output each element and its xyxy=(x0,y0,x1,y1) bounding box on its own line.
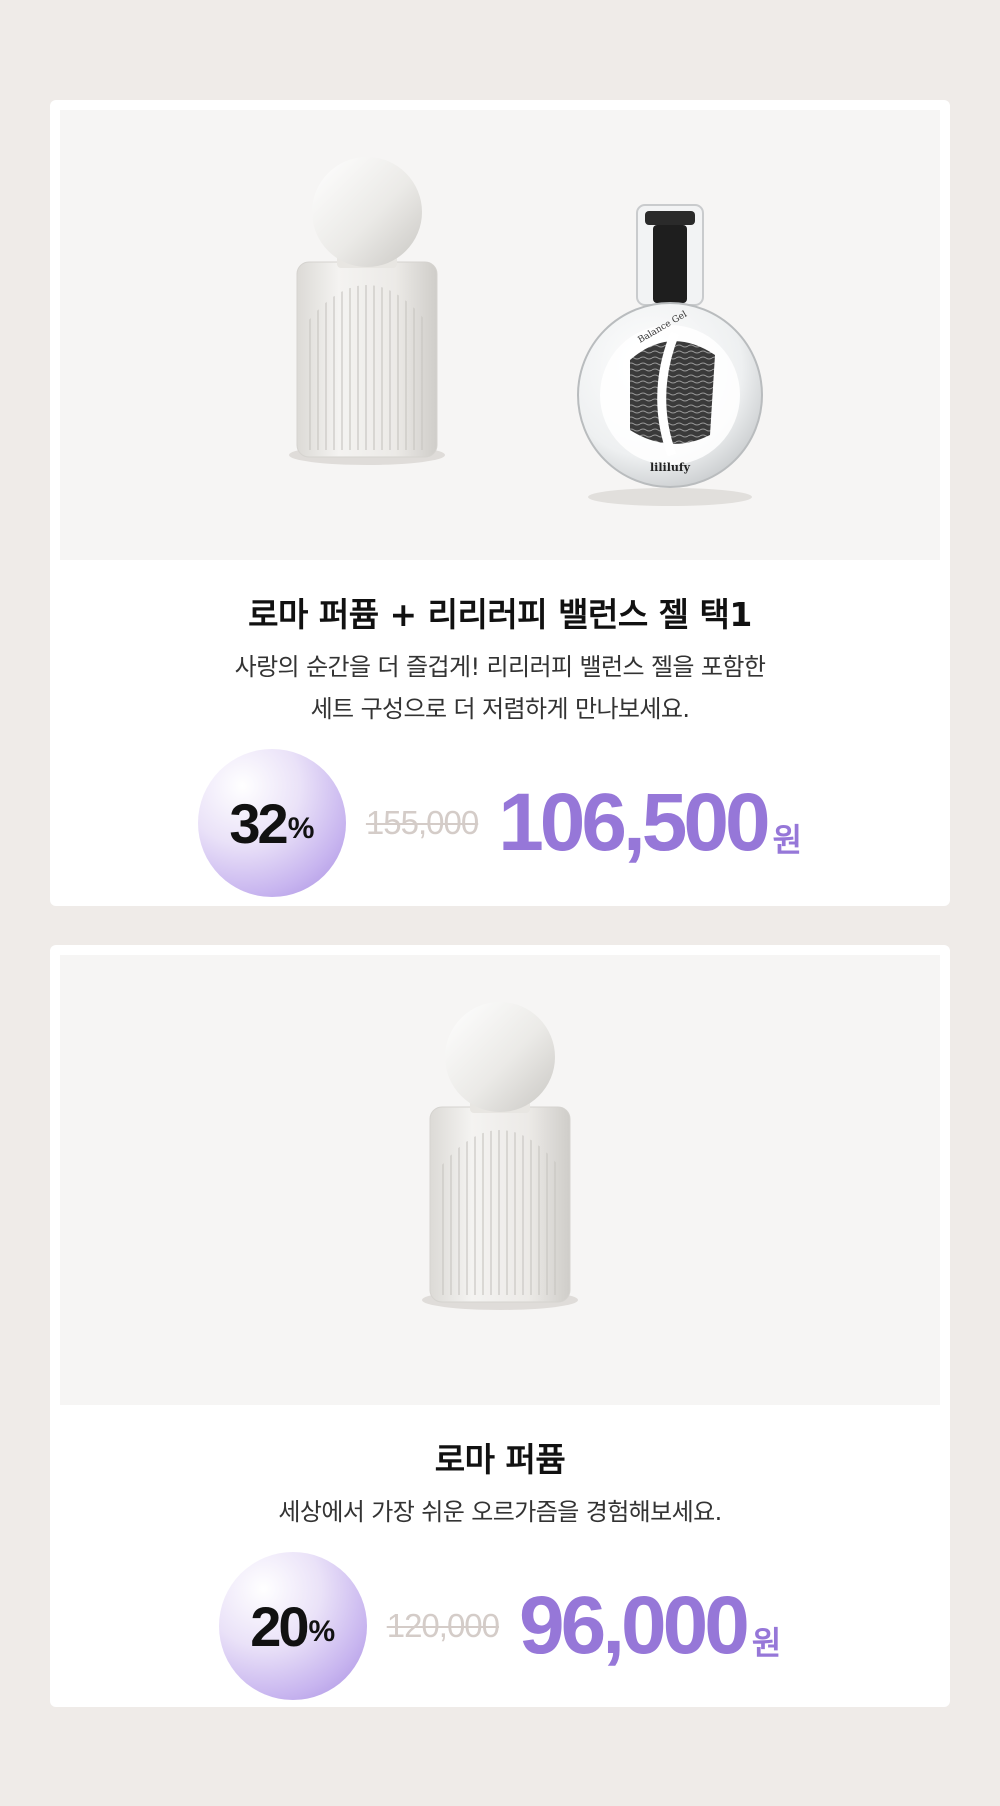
currency-unit: 원 xyxy=(751,1624,782,1662)
discount-percent-sign: % xyxy=(308,1615,336,1648)
product-title: 로마 퍼퓸 xyxy=(434,1440,566,1479)
roma-perfume-image xyxy=(422,1002,578,1310)
description-line: 세트 구성으로 더 저렴하게 만나보세요. xyxy=(310,695,690,723)
product-card[interactable]: lililufy Balance Gel 로마 퍼퓸 + 리리러피 밸런스 젤 … xyxy=(50,100,950,906)
currency-unit: 원 xyxy=(772,821,803,859)
product-description: 사랑의 순간을 더 즐겁게! 리리러피 밸런스 젤을 포함한 세트 구성으로 더… xyxy=(60,646,940,730)
description-line: 사랑의 순간을 더 즐겁게! 리리러피 밸런스 젤을 포함한 xyxy=(234,653,766,681)
sale-price: 96,000 xyxy=(519,1580,750,1671)
balance-gel-image: lililufy Balance Gel xyxy=(577,204,763,506)
discount-badge: 20% xyxy=(218,1552,367,1700)
product-photo[interactable] xyxy=(60,955,940,1405)
price-row: 20% 120,000 96,000 원 xyxy=(60,1551,940,1701)
product-title: 로마 퍼퓸 + 리리러피 밸런스 젤 택1 xyxy=(248,595,752,634)
description-line: 세상에서 가장 쉬운 오르가즘을 경험해보세요. xyxy=(278,1498,722,1526)
discount-rate: 20 xyxy=(250,1594,309,1658)
original-price: 120,000 xyxy=(386,1607,500,1644)
roma-perfume-image xyxy=(289,157,445,465)
discount-badge: 32% xyxy=(197,749,346,897)
product-image: lililufy Balance Gel xyxy=(289,157,763,506)
product-image xyxy=(422,1002,578,1310)
price-row: 32% 155,000 106,500 원 xyxy=(60,748,940,898)
product-card[interactable]: 로마 퍼퓸 세상에서 가장 쉬운 오르가즘을 경험해보세요. 20% 120,0… xyxy=(50,945,950,1707)
sale-price: 106,500 xyxy=(498,777,770,868)
svg-text:lililufy: lililufy xyxy=(650,461,691,474)
discount-rate: 32 xyxy=(229,791,288,855)
discount-percent-sign: % xyxy=(287,812,315,845)
product-photo[interactable]: lililufy Balance Gel xyxy=(60,110,940,560)
original-price: 155,000 xyxy=(365,804,479,841)
product-description: 세상에서 가장 쉬운 오르가즘을 경험해보세요. xyxy=(60,1491,940,1533)
